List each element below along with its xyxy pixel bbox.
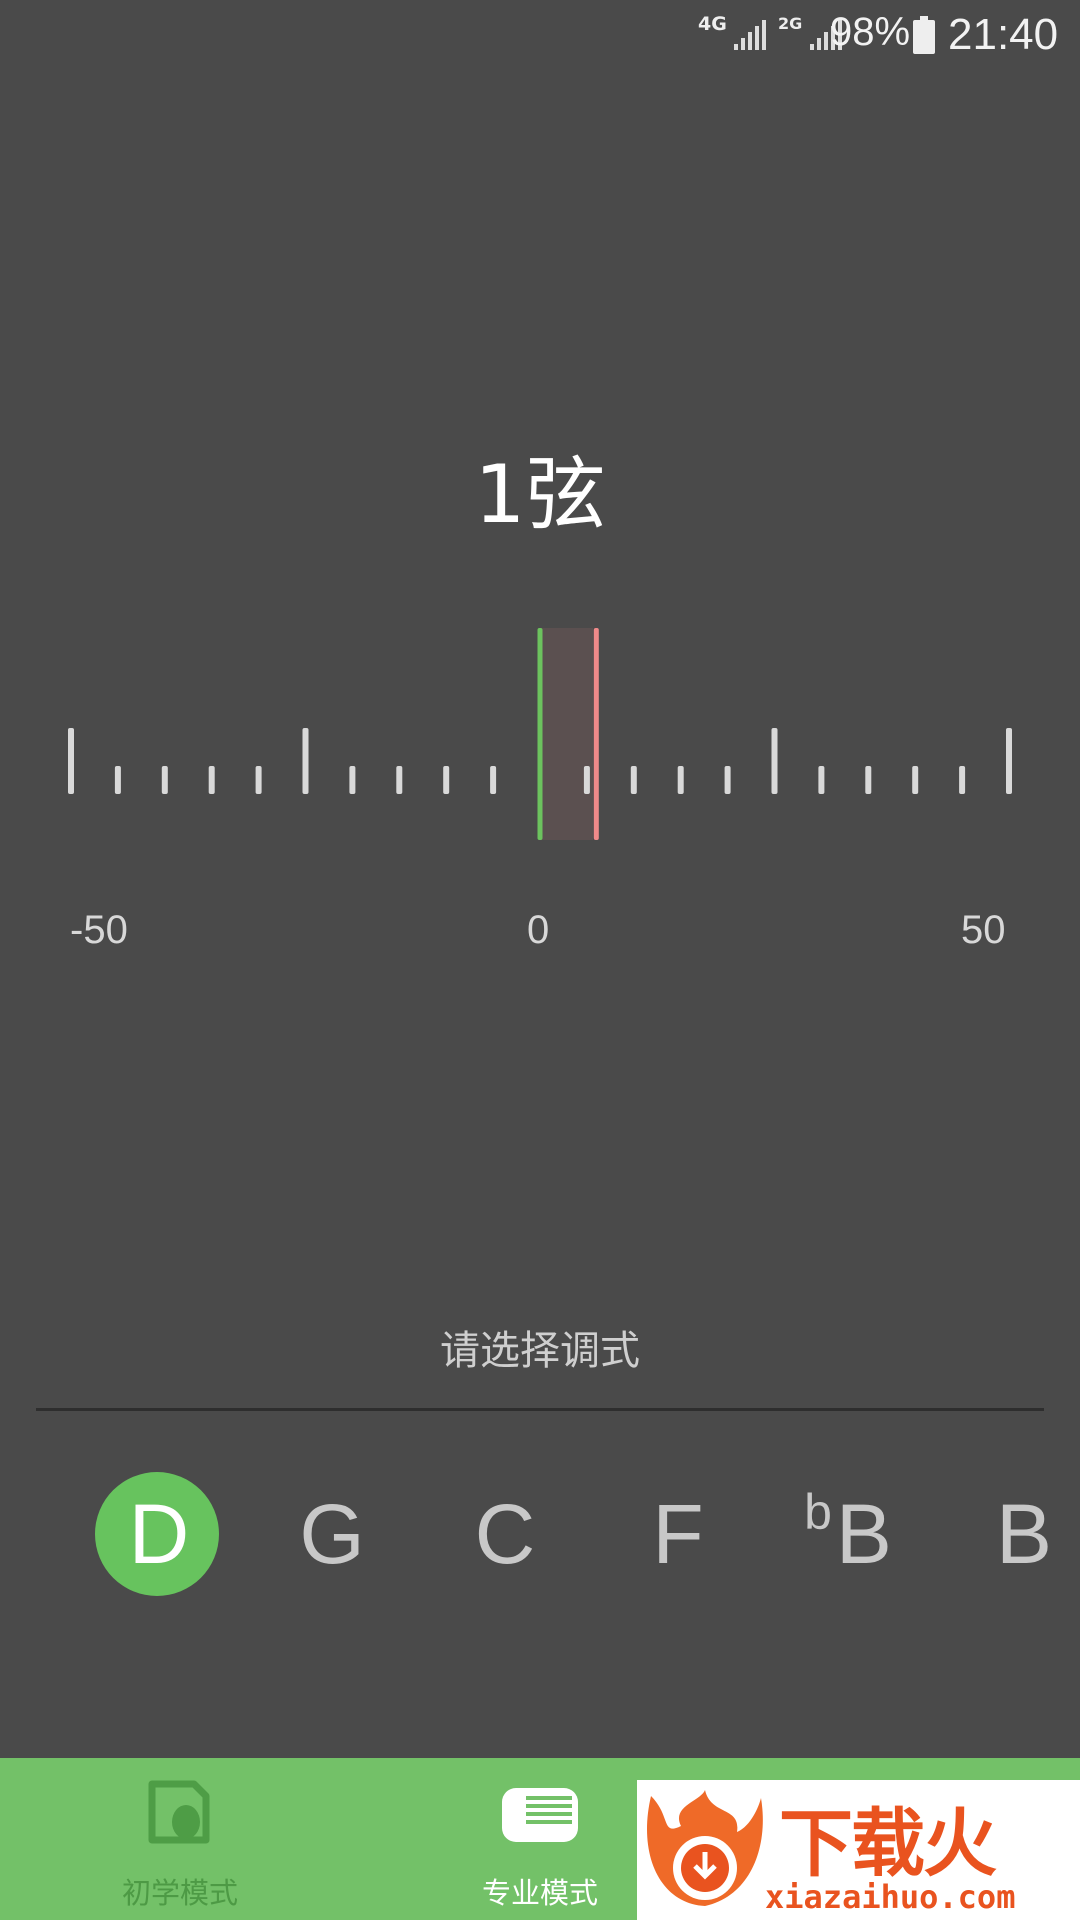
minor-tick (208, 766, 215, 794)
target-line (537, 628, 543, 840)
scale-label-center: 0 (527, 908, 550, 952)
key-label: C (474, 1486, 536, 1581)
scale-label-min: -50 (70, 908, 128, 952)
minor-tick (490, 766, 497, 794)
minor-tick (630, 766, 637, 794)
minor-tick (912, 766, 919, 794)
nav-beginner-mode[interactable]: 初学模式 (60, 1758, 300, 1920)
watermark: 下载火 xiazaihuo.com (637, 1780, 1080, 1920)
watermark-brand: 下载火 (779, 1801, 997, 1887)
mode-select-prompt: 请选择调式 (440, 1328, 640, 1374)
key-f-button[interactable]: F (614, 1472, 738, 1596)
key-flat-sign: b (804, 1484, 832, 1540)
key-selector: D G C F bB B (0, 1472, 1080, 1596)
major-tick (302, 728, 309, 794)
battery-icon (913, 16, 935, 54)
major-tick (68, 728, 74, 794)
divider (36, 1408, 1044, 1411)
watermark-url: xiazaihuo.com (765, 1878, 1016, 1916)
minor-tick (865, 766, 872, 794)
scale-label-max: 50 (961, 908, 1006, 952)
key-label: D (128, 1486, 190, 1581)
battery-percentage: 98% (830, 10, 911, 54)
nav-label: 专业模式 (481, 1876, 598, 1910)
beginner-mode-icon (148, 1780, 210, 1844)
minor-tick (161, 766, 168, 794)
minor-tick (818, 766, 825, 794)
signal-icon (734, 20, 766, 50)
major-tick (1006, 728, 1012, 794)
minor-tick (677, 766, 684, 794)
nav-label: 初学模式 (121, 1876, 238, 1910)
minor-tick (114, 766, 121, 794)
key-b-button[interactable]: B (960, 1472, 1080, 1596)
minor-tick (349, 766, 356, 794)
minor-tick (443, 766, 450, 794)
key-b-flat-button[interactable]: bB (786, 1472, 910, 1596)
key-g-button[interactable]: G (268, 1472, 392, 1596)
key-label: G (299, 1486, 365, 1581)
minor-tick (396, 766, 403, 794)
status-bar: 4G 2G 98% 21:40 (0, 0, 1080, 72)
network-type-4g: 4G (698, 13, 727, 35)
major-tick (771, 728, 778, 794)
flame-logo-icon (647, 1790, 763, 1906)
nav-pro-mode[interactable]: 专业模式 (420, 1758, 660, 1920)
minor-tick (255, 766, 262, 794)
deviation-band (541, 628, 593, 840)
tuning-meter (68, 628, 1012, 840)
pro-mode-icon (502, 1788, 578, 1842)
key-d-button[interactable]: D (95, 1472, 219, 1596)
key-label: F (652, 1486, 704, 1581)
minor-tick (583, 766, 590, 794)
clock: 21:40 (948, 10, 1059, 59)
network-type-2g: 2G (778, 14, 803, 33)
minor-tick (724, 766, 731, 794)
string-number-title: 1弦 (474, 448, 606, 541)
key-label: B (835, 1486, 892, 1581)
minor-tick (959, 766, 966, 794)
pitch-needle (593, 628, 599, 840)
key-label: B (995, 1486, 1053, 1581)
key-c-button[interactable]: C (441, 1472, 565, 1596)
